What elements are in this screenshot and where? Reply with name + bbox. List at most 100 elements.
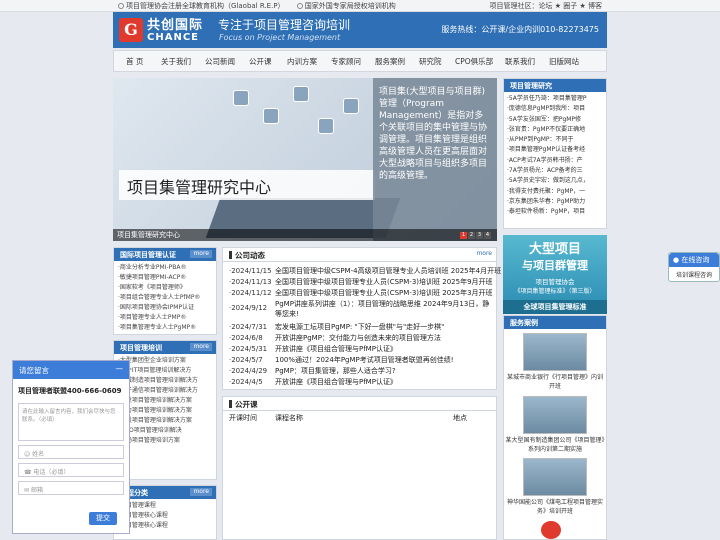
list-item[interactable]: ·国际项目管理协会IPMP认证: [118, 303, 212, 313]
list-item[interactable]: ·大型集团型企业培训方案: [118, 356, 212, 366]
email-field[interactable]: ✉ 邮箱: [18, 481, 124, 495]
name-field[interactable]: ☺ 姓名: [18, 445, 124, 459]
nav-home[interactable]: 首 页: [126, 56, 143, 67]
list-item[interactable]: ·敏捷项目管理PMI-ACP®: [118, 273, 212, 283]
more-button[interactable]: more: [190, 250, 212, 258]
list-item[interactable]: ·5A学员史宇宏：做到这几点，: [504, 176, 606, 186]
more-button[interactable]: more: [190, 343, 212, 351]
list-item[interactable]: ·5A学员任乃琦：项目集管理P: [504, 94, 606, 104]
list-item[interactable]: ·泰坦软件杨新：PgMP，项目: [504, 207, 606, 217]
news-item[interactable]: ·2024/11/12 全国项目管理中级项目管理专业人员(CSPM-3)培训班 2…: [229, 288, 493, 298]
list-item[interactable]: ·项目管理专业人士PMP®: [118, 313, 212, 323]
news-text[interactable]: 开放讲座《项目组合管理与PfMP认证》: [275, 345, 397, 353]
news-text[interactable]: 开放讲座《项目组合管理与PfMP认证》: [275, 378, 397, 386]
case-caption[interactable]: 神华国能公司《煤电工程项目管理实务》培训开班: [505, 498, 605, 516]
news-item[interactable]: ·2024/11/13 全国项目管理中级项目管理专业人员(CSPM-3)培训班 2…: [229, 277, 493, 287]
news-text[interactable]: 100%通过！2024年PgMP考试项目管理者联盟再创佳绩!: [275, 356, 454, 364]
list-item[interactable]: ·软件IT项目管理培训解决方: [118, 366, 212, 376]
case-caption[interactable]: 某城市商业银行《行项目管理》内训开班: [505, 373, 605, 391]
cases-panel-header: 服务案例: [504, 316, 606, 329]
list-item[interactable]: ·ACP考试7A学员韩书扬：产: [504, 156, 606, 166]
message-title: 请您留言: [19, 366, 49, 375]
nav-about[interactable]: 关于我们: [161, 56, 191, 67]
list-item[interactable]: ·研发项目管理培训解决方案: [118, 396, 212, 406]
news-item[interactable]: ·2024/5/7 100%通过！2024年PgMP考试项目管理者联盟再创佳绩!: [229, 355, 454, 365]
news-text[interactable]: PgMP：项目集管理，那些人适合学习?: [275, 367, 396, 375]
nav-public-course[interactable]: 公开课: [249, 56, 272, 67]
news-text[interactable]: 宏发电源工坛项目PgMP: "下好一盘棋"与"走好一步棋": [275, 323, 444, 331]
list-item[interactable]: ·项目管理核心课程: [118, 521, 212, 531]
case-caption[interactable]: 某大型国有制造集团公司《项目管理》系列内训第二期实施: [505, 436, 605, 454]
community-links[interactable]: 项目管理社区：论坛 ★ 圈子 ★ 博客: [490, 1, 602, 11]
list-item[interactable]: ·从PMP到PgMP：不同于: [504, 135, 606, 145]
list-item[interactable]: ·京东集团朱华春：PgMP助力: [504, 197, 606, 207]
news-text[interactable]: 开放讲座PgMP：交付能力与创造未来的项目管理方法: [275, 334, 441, 342]
site-header: G 共创国际 CHANCE 专注于项目管理咨询培训 Focus on Proje…: [113, 12, 607, 48]
news-text[interactable]: 全国项目管理中级CSPM-4高级项目管理专业人员培训班 2025年4月开班: [275, 267, 501, 275]
list-item[interactable]: ·机械制造项目管理培训解决方: [118, 376, 212, 386]
more-button[interactable]: more: [190, 488, 212, 496]
logo-text-cn[interactable]: 共创国际: [147, 14, 203, 33]
promo-banner[interactable]: 大型项目 与项目群管理 项目管理协会 《项目集管理标准》（第三版） 全球项目集管…: [503, 235, 607, 314]
news-item[interactable]: ·2024/11/15 全国项目管理中级CSPM-4高级项目管理专业人员培训班 2…: [229, 266, 501, 276]
list-item[interactable]: ·电子通信项目管理培训解决方: [118, 386, 212, 396]
list-item[interactable]: ·市场项目管理培训方案: [118, 436, 212, 446]
list-item[interactable]: ·7A学员杨光：ACP备考的三: [504, 166, 606, 176]
more-button[interactable]: more: [476, 250, 492, 257]
nav-news[interactable]: 公司新闻: [205, 56, 235, 67]
nav-old-site[interactable]: 旧版网站: [549, 56, 579, 67]
list-item[interactable]: ·庞德信息PgMP到我所：项目: [504, 104, 606, 114]
submit-button[interactable]: 提交: [89, 512, 117, 525]
pager-dot[interactable]: 2: [468, 232, 475, 239]
top-link-expert[interactable]: 国家外国专家局授权培训机构: [296, 2, 396, 10]
nav-experts[interactable]: 专家顾问: [331, 56, 361, 67]
case-photo[interactable]: [523, 396, 587, 434]
list-item[interactable]: ·张官贵：PgMP不仅要正确地: [504, 125, 606, 135]
person-photo: [233, 90, 249, 106]
chat-course-button[interactable]: 培训课程咨询: [669, 267, 719, 282]
list-item[interactable]: ·项目集管理PgMP认证备考经: [504, 145, 606, 155]
online-chat-widget[interactable]: ● 在线咨询 培训课程咨询: [668, 252, 720, 282]
list-item[interactable]: ·项目组合管理专业人士PfMP®: [118, 293, 212, 303]
news-item[interactable]: ·2024/7/31 宏发电源工坛项目PgMP: "下好一盘棋"与"走好一步棋": [229, 322, 444, 332]
nav-contact[interactable]: 联系我们: [505, 56, 535, 67]
pager-dot[interactable]: 3: [476, 232, 483, 239]
pager-dot[interactable]: 4: [484, 232, 491, 239]
news-text[interactable]: 全国项目管理中级项目管理专业人员(CSPM-3)培训班 2025年3月开班: [275, 289, 493, 297]
chat-title[interactable]: ● 在线咨询: [669, 253, 719, 267]
nav-inhouse[interactable]: 内训方案: [287, 56, 317, 67]
list-item[interactable]: ·我得支付费托聚：PgMP，一: [504, 187, 606, 197]
logo-text-en[interactable]: CHANCE: [147, 32, 199, 43]
nav-institute[interactable]: 研究院: [419, 56, 442, 67]
logo-icon[interactable]: G: [119, 18, 143, 42]
news-text[interactable]: 全国项目管理中级项目管理专业人员(CSPM-3)培训班 2025年9月开班: [275, 278, 493, 286]
news-item[interactable]: ·2024/6/8 开放讲座PgMP：交付能力与创造未来的项目管理方法: [229, 333, 441, 343]
pager-dot[interactable]: 1: [460, 232, 467, 239]
nav-cases[interactable]: 服务案例: [375, 56, 405, 67]
list-item[interactable]: ·电力项目管理培训解决方案: [118, 406, 212, 416]
nav-cpo-club[interactable]: CPO俱乐部: [455, 56, 493, 67]
minimize-icon[interactable]: —: [116, 364, 124, 373]
list-item[interactable]: ·建设项目管理培训解决方案: [118, 416, 212, 426]
top-link-rep[interactable]: 项目管理协会注册全球教育机构（Glaobal R.E.P）: [118, 2, 285, 10]
list-item[interactable]: ·5A学友张国军：把PgMP修: [504, 115, 606, 125]
news-item[interactable]: ·2024/5/31 开放讲座《项目组合管理与PfMP认证》: [229, 344, 397, 354]
col-header: 开课时间: [229, 414, 257, 422]
banner-pager: 1234: [459, 230, 491, 239]
list-item[interactable]: ·商业分析专业PMI-PBA®: [118, 263, 212, 273]
news-item[interactable]: ·2024/9/12 PgMP讲座系列讲座（1）：项目管理的战略思维 2024年9…: [229, 299, 491, 319]
phone-field[interactable]: ☎ 电话（必填）: [18, 463, 124, 477]
case-photo[interactable]: [523, 458, 587, 496]
list-item[interactable]: ·项目管理核心课程: [118, 511, 212, 521]
case-photo[interactable]: [523, 333, 587, 371]
list-item[interactable]: ·NGO项目管理培训解决: [118, 426, 212, 436]
list-item[interactable]: ·项目集管理专业人士PgMP®: [118, 323, 212, 333]
list-item[interactable]: ·项目管理课程: [118, 501, 212, 511]
hero-banner[interactable]: 项目集管理研究中心 项目集(大型项目与项目群)管理（Program Manage…: [113, 78, 497, 241]
news-item[interactable]: ·2024/4/5 开放讲座《项目组合管理与PfMP认证》: [229, 377, 397, 387]
circle-icon: [296, 3, 303, 9]
news-item[interactable]: ·2024/4/29 PgMP：项目集管理，那些人适合学习?: [229, 366, 396, 376]
list-item[interactable]: ·国家软考《项目管理师》: [118, 283, 212, 293]
news-text[interactable]: PgMP讲座系列讲座（1）：项目管理的战略思维 2024年9月13日，静等您来!: [275, 299, 491, 319]
message-textarea[interactable]: 请在此输入留言内容，我们会尽快与您联系。（必填）: [18, 403, 124, 441]
